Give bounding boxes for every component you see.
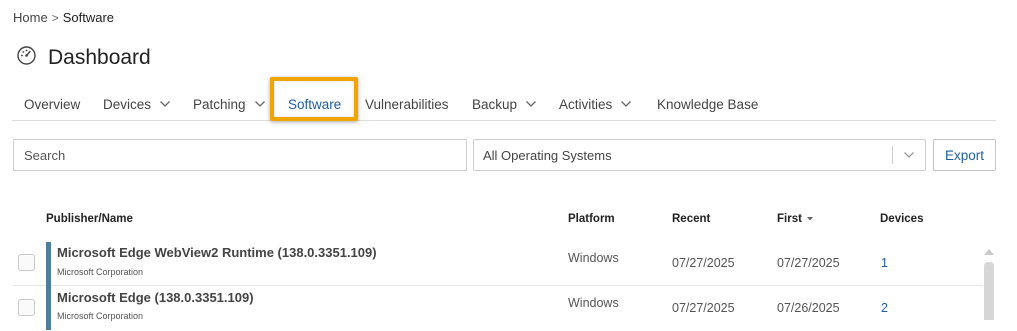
chevron-down-icon: [526, 101, 536, 107]
scrollbar-thumb[interactable]: [984, 262, 994, 320]
column-header-recent[interactable]: Recent: [672, 213, 710, 225]
export-button[interactable]: Export: [933, 139, 996, 171]
column-header-first[interactable]: First: [777, 213, 813, 225]
active-tab-highlight: [270, 77, 358, 121]
column-header-label: First: [777, 213, 802, 225]
dashboard-gauge-icon: [16, 45, 37, 71]
table-row[interactable]: Microsoft Edge (138.0.3351.109) Microsof…: [13, 286, 983, 331]
first-cell: 07/27/2025: [777, 256, 840, 270]
breadcrumb: Home > Software: [13, 10, 114, 25]
column-header-label: Platform: [568, 213, 615, 225]
tab-activities[interactable]: Activities: [559, 90, 632, 118]
devices-count-link[interactable]: 2: [881, 301, 888, 315]
devices-count-link[interactable]: 1: [881, 256, 888, 270]
software-publisher: Microsoft Corporation: [57, 267, 144, 277]
search-input[interactable]: [14, 140, 466, 170]
row-status-marker: [46, 242, 51, 286]
tab-vulnerabilities[interactable]: Vulnerabilities: [365, 90, 449, 118]
sort-descending-icon: [806, 217, 813, 221]
software-name: Microsoft Edge WebView2 Runtime (138.0.3…: [57, 245, 377, 260]
search-box: [13, 139, 467, 171]
breadcrumb-separator: >: [51, 10, 59, 25]
breadcrumb-home[interactable]: Home: [13, 10, 48, 25]
tab-overview[interactable]: Overview: [24, 90, 80, 118]
tab-label: Devices: [103, 96, 152, 112]
recent-cell: 07/27/2025: [672, 256, 735, 270]
chevron-down-icon: [254, 101, 265, 107]
column-header-label: Publisher/Name: [46, 213, 133, 225]
tab-label: Knowledge Base: [657, 96, 759, 112]
breadcrumb-current: Software: [62, 10, 115, 25]
os-select-value: All Operating Systems: [483, 147, 612, 163]
tab-patching[interactable]: Patching: [193, 90, 266, 118]
tab-label: Vulnerabilities: [365, 96, 449, 112]
row-checkbox[interactable]: [18, 254, 35, 271]
column-header-devices[interactable]: Devices: [880, 213, 923, 225]
chevron-down-icon: [621, 101, 632, 107]
chevron-down-icon: [160, 101, 170, 107]
platform-cell: Windows: [568, 296, 619, 310]
tab-label: Patching: [193, 96, 246, 112]
platform-cell: Windows: [568, 251, 619, 265]
software-name: Microsoft Edge (138.0.3351.109): [57, 290, 254, 305]
tab-knowledge-base[interactable]: Knowledge Base: [657, 90, 758, 118]
column-header-platform[interactable]: Platform: [568, 213, 615, 225]
first-cell: 07/26/2025: [777, 301, 840, 315]
tab-label: Activities: [559, 96, 613, 112]
tab-label: Backup: [472, 96, 518, 112]
tab-label: Overview: [24, 96, 81, 112]
page-header: Dashboard: [16, 45, 151, 71]
row-status-marker: [46, 286, 51, 330]
scroll-up-arrow-icon[interactable]: [984, 249, 994, 255]
table-row[interactable]: Microsoft Edge WebView2 Runtime (138.0.3…: [13, 240, 983, 286]
tab-backup[interactable]: Backup: [472, 90, 537, 118]
tab-devices[interactable]: Devices: [103, 90, 171, 118]
os-select[interactable]: All Operating Systems: [473, 139, 926, 171]
tab-bar: Overview Devices Patching Software Vulne…: [12, 90, 996, 121]
recent-cell: 07/27/2025: [672, 301, 735, 315]
column-header-name[interactable]: Publisher/Name: [46, 213, 133, 225]
column-header-label: Devices: [880, 213, 924, 225]
chevron-down-icon[interactable]: [893, 140, 925, 170]
column-header-label: Recent: [672, 213, 711, 225]
row-checkbox[interactable]: [18, 299, 35, 316]
page-title: Dashboard: [48, 46, 151, 69]
